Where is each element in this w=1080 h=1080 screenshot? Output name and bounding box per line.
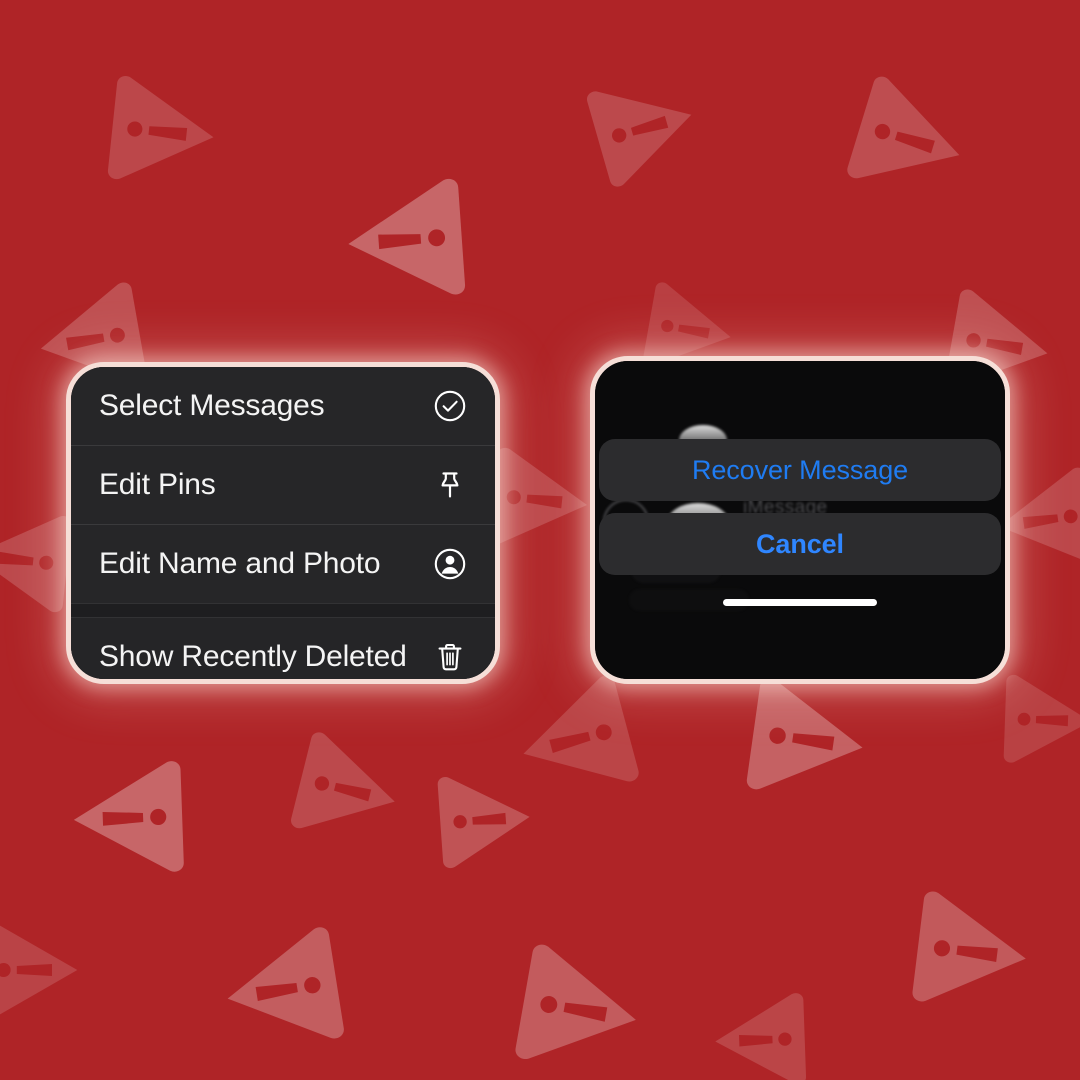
cancel-button[interactable]: Cancel bbox=[599, 513, 1001, 575]
pin-icon bbox=[432, 467, 468, 503]
menu-item-label: Edit Name and Photo bbox=[99, 547, 381, 580]
menu-group-divider bbox=[71, 603, 495, 618]
warning-triangle-icon bbox=[335, 170, 476, 311]
warning-triangle-icon bbox=[504, 934, 657, 1080]
warning-triangle-icon bbox=[576, 59, 715, 198]
recover-message-action-sheet-panel: iMessage Recover Message Cancel bbox=[590, 356, 1010, 684]
warning-triangle-icon bbox=[736, 668, 881, 813]
warning-triangle-icon bbox=[499, 664, 651, 816]
warning-triangle-icon bbox=[835, 65, 985, 215]
trash-icon bbox=[432, 639, 468, 675]
home-indicator[interactable] bbox=[723, 599, 877, 606]
warning-triangle-icon bbox=[209, 917, 355, 1063]
menu-item-label: Select Messages bbox=[99, 389, 325, 422]
context-menu-list: Select Messages Edit Pins Edit Name and … bbox=[71, 367, 495, 679]
warning-triangle-icon bbox=[280, 722, 416, 858]
warning-triangle-icon bbox=[63, 753, 193, 883]
warning-triangle-icon bbox=[996, 668, 1080, 771]
person-circle-icon bbox=[432, 546, 468, 582]
menu-item-label: Show Recently Deleted bbox=[99, 640, 407, 673]
action-sheet-container: iMessage Recover Message Cancel bbox=[595, 361, 1005, 679]
cancel-label: Cancel bbox=[756, 528, 844, 559]
warning-triangle-icon bbox=[429, 764, 540, 875]
menu-item-show-recently-deleted[interactable]: Show Recently Deleted bbox=[71, 618, 495, 679]
warning-triangle-icon bbox=[0, 915, 85, 1025]
warning-triangle-icon bbox=[98, 67, 228, 197]
menu-item-edit-name-and-photo[interactable]: Edit Name and Photo bbox=[71, 525, 495, 603]
menu-item-select-messages[interactable]: Select Messages bbox=[71, 367, 495, 445]
warning-triangle-icon bbox=[706, 986, 814, 1080]
check-circle-icon bbox=[432, 388, 468, 424]
recover-message-label: Recover Message bbox=[691, 454, 909, 485]
recover-message-button[interactable]: Recover Message bbox=[599, 439, 1001, 501]
screenshot-canvas: Select Messages Edit Pins Edit Name and … bbox=[0, 0, 1080, 1080]
menu-item-label: Edit Pins bbox=[99, 468, 216, 501]
warning-triangle-icon bbox=[902, 882, 1042, 1022]
menu-item-edit-pins[interactable]: Edit Pins bbox=[71, 446, 495, 524]
messages-context-menu: Select Messages Edit Pins Edit Name and … bbox=[66, 362, 500, 684]
